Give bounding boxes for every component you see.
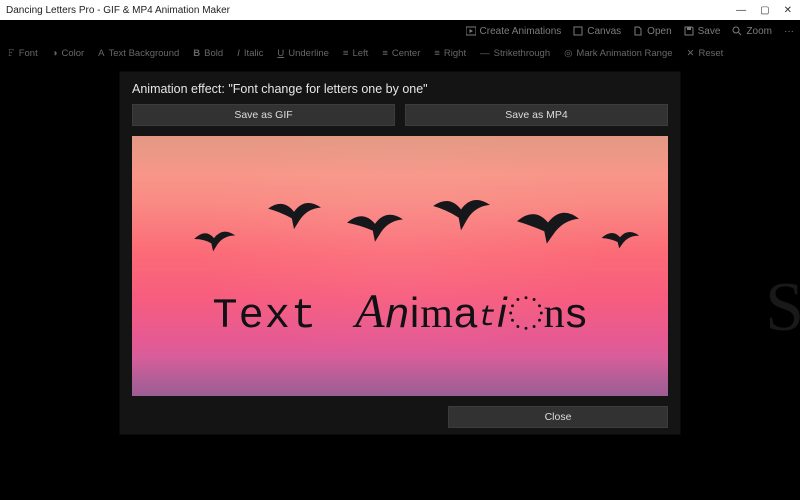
- birds-layer: [132, 191, 668, 271]
- dialog-title: Animation effect: "Font change for lette…: [132, 82, 668, 96]
- bird-icon: [600, 225, 640, 251]
- window-title: Dancing Letters Pro - GIF & MP4 Animatio…: [4, 5, 736, 16]
- close-window-icon[interactable]: ✕: [784, 5, 792, 16]
- preview-word-1: Text: [212, 292, 317, 340]
- maximize-icon[interactable]: ▢: [760, 5, 769, 16]
- minimize-icon[interactable]: —: [736, 5, 746, 16]
- dotted-o-icon: [508, 293, 544, 329]
- animation-preview: Text Animatins: [132, 136, 668, 396]
- save-as-gif-button[interactable]: Save as GIF: [132, 104, 395, 126]
- bird-icon: [192, 225, 236, 253]
- modal-overlay: Animation effect: "Font change for lette…: [0, 20, 800, 500]
- bird-icon: [267, 197, 321, 231]
- save-as-mp4-button[interactable]: Save as MP4: [405, 104, 668, 126]
- app-root: Create Animations Canvas Open Save Zoom …: [0, 20, 800, 500]
- animation-preview-dialog: Animation effect: "Font change for lette…: [120, 72, 680, 434]
- preview-word-2: Animatins: [355, 291, 587, 337]
- bird-icon: [347, 207, 403, 243]
- window-titlebar: Dancing Letters Pro - GIF & MP4 Animatio…: [0, 0, 800, 20]
- animated-text: Text Animatins: [132, 284, 668, 340]
- bird-icon: [432, 193, 490, 233]
- close-dialog-button[interactable]: Close: [448, 406, 668, 428]
- bird-icon: [517, 203, 579, 247]
